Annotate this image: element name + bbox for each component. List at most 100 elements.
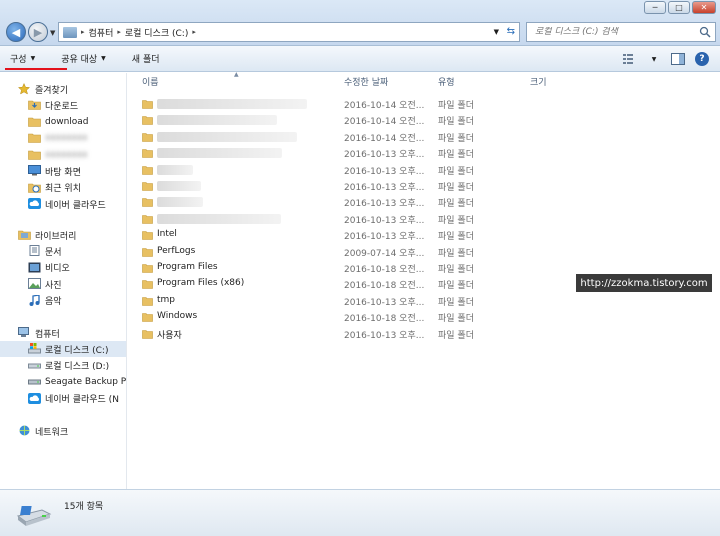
- search-input[interactable]: [535, 27, 695, 37]
- recent-places-icon: [28, 182, 41, 194]
- pictures-icon: [28, 278, 41, 290]
- nav-network-header[interactable]: 네트워크: [0, 423, 126, 439]
- nav-item-favorite[interactable]: download: [0, 114, 126, 130]
- nav-item-library[interactable]: 사진: [0, 276, 126, 292]
- file-modified-date: 2016-10-14 오전...: [344, 117, 425, 128]
- cloud-icon: [28, 392, 41, 405]
- watermark: http://zzokma.tistory.com: [576, 274, 712, 292]
- breadcrumb-separator[interactable]: ▸: [117, 28, 121, 36]
- nav-item-favorite[interactable]: 최근 위치: [0, 180, 126, 196]
- file-type: 파일 폴더: [438, 248, 474, 259]
- nav-item-drive[interactable]: 로컬 디스크 (C:): [0, 341, 126, 357]
- file-row[interactable]: tmp 2016-10-13 오후... 파일 폴더: [128, 293, 608, 309]
- view-options-dropdown[interactable]: ▼: [646, 51, 662, 67]
- file-row[interactable]: xxxxxxxxx 2016-10-13 오후... 파일 폴더: [128, 194, 608, 210]
- file-row[interactable]: xxxxxxxxxxxxxxxxxxxxxxxxxx 2016-10-14 오전.…: [128, 129, 608, 145]
- nav-item-label: 로컬 디스크 (C:): [45, 345, 109, 356]
- back-button[interactable]: ◀: [6, 22, 26, 42]
- nav-item-label: xxxxxxxx: [45, 133, 88, 143]
- column-header-modified[interactable]: 수정한 날짜: [344, 75, 388, 88]
- folder-icon: [142, 263, 153, 273]
- new-folder-button[interactable]: 새 폴더: [122, 46, 170, 72]
- chevron-down-icon: ▼: [101, 55, 106, 62]
- chevron-down-icon: ▼: [30, 55, 36, 62]
- breadcrumb-local-disk-c[interactable]: 로컬 디스크 (C:): [125, 26, 188, 39]
- folder-icon: [142, 181, 153, 191]
- file-name: Program Files: [157, 262, 218, 272]
- breadcrumb-separator[interactable]: ▸: [192, 28, 196, 36]
- file-row[interactable]: Windows 2016-10-18 오전... 파일 폴더: [128, 309, 608, 325]
- file-name: xxxxxxxxx: [157, 197, 203, 208]
- file-row[interactable]: PerfLogs 2009-07-14 오후... 파일 폴더: [128, 244, 608, 260]
- file-type: 파일 폴더: [438, 297, 474, 308]
- file-row[interactable]: xxxxxxxx 2016-10-13 오후... 파일 폴더: [128, 178, 608, 194]
- file-type: 파일 폴더: [438, 232, 474, 243]
- red-underline-annotation: [5, 68, 67, 70]
- nav-item-library[interactable]: 음악: [0, 293, 126, 309]
- close-button[interactable]: ✕: [692, 1, 716, 14]
- address-history-dropdown[interactable]: ▼: [494, 28, 499, 36]
- nav-item-favorite[interactable]: 네이버 클라우드: [0, 196, 126, 212]
- file-row[interactable]: xxxxxxxxxxxxxxxxxxxxxx 2016-10-14 오전... 파일…: [128, 112, 608, 128]
- file-type: 파일 폴더: [438, 314, 474, 325]
- file-name: xxxxxxxxxxxxxxxxxxxxxxxxxxx: [157, 99, 307, 109]
- star-icon: [17, 82, 31, 95]
- file-row[interactable]: Intel 2016-10-13 오후... 파일 폴더: [128, 227, 608, 243]
- search-box[interactable]: [526, 22, 716, 42]
- folder-icon: [142, 312, 153, 322]
- nav-item-favorite[interactable]: xxxxxxxx: [0, 147, 126, 163]
- file-row[interactable]: 사용자 2016-10-13 오후... 파일 폴더: [128, 326, 608, 342]
- computer-icon: [18, 327, 31, 339]
- downloads-folder-icon: [28, 99, 41, 111]
- column-header-type[interactable]: 유형: [438, 75, 455, 88]
- videos-icon: [28, 262, 41, 274]
- nav-item-drive[interactable]: 로컬 디스크 (D:): [0, 358, 126, 374]
- nav-item-library[interactable]: 문서: [0, 243, 126, 259]
- file-row[interactable]: xxxxxxxxxxxxxxxxxxxxxxx 2016-10-13 오후... 파…: [128, 145, 608, 161]
- file-row[interactable]: xxxxxxxxxxxxxxxxxxxxxxxxxxx 2016-10-14 오전…: [128, 96, 608, 112]
- help-button[interactable]: ?: [694, 51, 710, 67]
- recent-pages-dropdown[interactable]: ▼: [50, 29, 55, 37]
- folder-icon: [142, 279, 153, 290]
- file-row[interactable]: Program Files (x86) 2016-10-18 오전... 파일 폴더: [128, 276, 608, 292]
- file-row[interactable]: xxxxxxx 2016-10-13 오후... 파일 폴더: [128, 162, 608, 178]
- file-modified-date: 2016-10-18 오전...: [344, 265, 425, 275]
- forward-button[interactable]: ▶: [28, 22, 48, 42]
- nav-item-favorite[interactable]: xxxxxxxx: [0, 130, 126, 146]
- nav-item-drive[interactable]: 네이버 클라우드 (N: [0, 391, 126, 407]
- nav-computer-header[interactable]: 컴퓨터: [0, 325, 126, 341]
- search-icon[interactable]: [699, 26, 711, 38]
- nav-item-label: 네이버 클라우드: [45, 200, 106, 211]
- change-view-button[interactable]: [622, 51, 638, 67]
- chevron-down-icon: ▼: [493, 28, 499, 36]
- nav-favorites-header[interactable]: 즐겨찾기: [0, 81, 126, 97]
- preview-pane-button[interactable]: [670, 51, 686, 67]
- refresh-icon: ⇆: [506, 26, 515, 37]
- file-type: 파일 폴더: [438, 265, 474, 275]
- file-type: 파일 폴더: [438, 330, 474, 341]
- maximize-button[interactable]: □: [668, 1, 690, 14]
- file-type: 파일 폴더: [438, 215, 474, 226]
- nav-item-library[interactable]: 비디오: [0, 260, 126, 276]
- file-modified-date: 2016-10-13 오후...: [344, 232, 425, 243]
- file-modified-date: 2016-10-13 오후...: [344, 297, 425, 308]
- breadcrumb-separator[interactable]: ▸: [81, 28, 85, 36]
- folder-icon: [142, 115, 153, 126]
- file-type: 파일 폴더: [438, 101, 474, 111]
- nav-item-drive[interactable]: Seagate Backup Plu: [0, 374, 126, 390]
- minimize-button[interactable]: ─: [644, 1, 666, 14]
- file-row[interactable]: Program Files 2016-10-18 오전... 파일 폴더: [128, 260, 608, 276]
- file-row[interactable]: xxxxxxxxxxxxxxxxxxxxxxx 2016-10-13 오후... 파…: [128, 211, 608, 227]
- folder-icon: [28, 149, 41, 161]
- file-name: Intel: [157, 229, 177, 240]
- column-header-name[interactable]: 이름: [142, 75, 159, 88]
- nav-item-favorite[interactable]: 다운로드: [0, 97, 126, 113]
- nav-libraries-header[interactable]: 라이브러리: [0, 227, 126, 243]
- nav-item-favorite[interactable]: 바탕 화면: [0, 163, 126, 179]
- view-list-icon: [623, 54, 633, 64]
- breadcrumb-computer[interactable]: 컴퓨터: [89, 26, 114, 39]
- address-bar[interactable]: ▸ 컴퓨터 ▸ 로컬 디스크 (C:) ▸ ▼ ⇆: [58, 22, 520, 42]
- column-header-size[interactable]: 크기: [530, 75, 547, 88]
- refresh-button[interactable]: ⇆: [507, 26, 515, 37]
- file-type: 파일 폴더: [438, 117, 474, 128]
